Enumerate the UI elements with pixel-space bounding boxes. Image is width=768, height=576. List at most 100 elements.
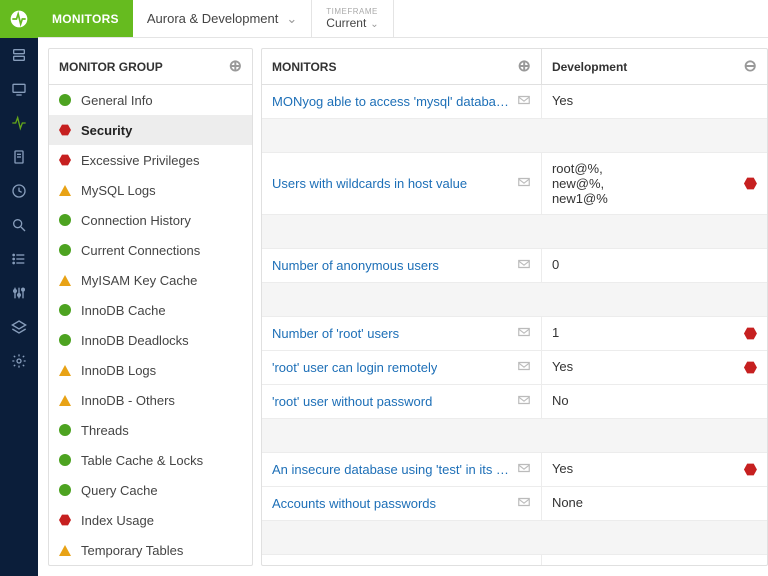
layers-icon[interactable] — [0, 310, 38, 344]
group-item[interactable]: InnoDB Logs — [49, 355, 252, 385]
server-icon[interactable] — [0, 38, 38, 72]
monitor-name-cell[interactable]: MONyog able to access 'mysql' databa… — [262, 85, 542, 118]
monitor-value: Yes — [552, 461, 573, 476]
chevron-down-icon: ⌄ — [370, 19, 378, 30]
nav-rail — [0, 0, 38, 576]
monitor-row: Accounts without passwordsNone — [262, 487, 767, 521]
timeframe-value: Current⌄ — [326, 16, 378, 30]
sliders-icon[interactable] — [0, 276, 38, 310]
group-item-label: InnoDB Deadlocks — [81, 333, 189, 348]
warning-icon — [744, 177, 757, 190]
monitors-header: MONITORS ⊕ Development ⊖ — [262, 49, 767, 85]
monitor-value: YES — [552, 563, 578, 565]
group-item-label: InnoDB Cache — [81, 303, 166, 318]
status-dot-green — [59, 454, 71, 466]
monitor-name: Need to resolve host name? — [272, 564, 435, 565]
mail-icon[interactable] — [517, 175, 531, 192]
monitor-value: Yes — [552, 359, 573, 374]
pulse-icon[interactable] — [0, 106, 38, 140]
mail-icon[interactable] — [517, 93, 531, 110]
server-selector[interactable]: Aurora & Development ⌄ — [133, 0, 312, 37]
warning-icon — [744, 361, 757, 374]
group-item[interactable]: InnoDB - Others — [49, 385, 252, 415]
group-item[interactable]: Table Cache & Locks — [49, 445, 252, 475]
timeframe-selector[interactable]: TIMEFRAME Current⌄ — [312, 0, 393, 37]
mail-icon[interactable] — [517, 325, 531, 342]
gear-icon[interactable] — [0, 344, 38, 378]
topbar: MONITORS Aurora & Development ⌄ TIMEFRAM… — [38, 0, 768, 38]
monitor-name-cell[interactable]: Users with wildcards in host value — [262, 153, 542, 214]
monitor-name-cell[interactable]: Accounts without passwords — [262, 487, 542, 520]
group-item[interactable]: Excessive Privileges — [49, 145, 252, 175]
monitor-name-cell[interactable]: 'root' user without password — [262, 385, 542, 418]
monitor-value: Yes — [552, 93, 573, 108]
group-item[interactable]: Threads — [49, 415, 252, 445]
monitor-value: No — [552, 393, 569, 408]
group-item[interactable]: Current Connections — [49, 235, 252, 265]
status-dot-green — [59, 304, 71, 316]
monitor-value-cell: Yes — [542, 85, 767, 118]
clock-icon[interactable] — [0, 174, 38, 208]
group-item[interactable]: MyISAM Key Cache — [49, 265, 252, 295]
group-item[interactable]: Index Usage — [49, 505, 252, 535]
doc-icon[interactable] — [0, 140, 38, 174]
group-item[interactable]: Temporary Tables — [49, 535, 252, 565]
status-dot-green — [59, 214, 71, 226]
row-separator — [262, 119, 767, 153]
group-item-label: Temporary Tables — [81, 543, 183, 558]
group-item-label: Current Connections — [81, 243, 200, 258]
app-logo[interactable] — [0, 0, 38, 38]
row-separator — [262, 215, 767, 249]
monitor-value-cell: root@%, new@%, new1@% — [542, 153, 767, 214]
group-item[interactable]: InnoDB Deadlocks — [49, 325, 252, 355]
monitor-name: An insecure database using 'test' in its… — [272, 462, 509, 477]
add-monitor-button[interactable]: ⊕ — [518, 59, 531, 75]
group-item-label: General Info — [81, 93, 153, 108]
monitor-name: MONyog able to access 'mysql' databa… — [272, 94, 509, 109]
collapse-column-button[interactable]: ⊖ — [744, 59, 757, 75]
group-item-label: InnoDB Logs — [81, 363, 156, 378]
monitor-value-cell: YES — [542, 555, 767, 565]
monitor-name-cell[interactable]: Number of anonymous users — [262, 249, 542, 282]
monitor-value-cell: Yes — [542, 453, 767, 486]
group-item[interactable]: Connection History — [49, 205, 252, 235]
group-item-label: MySQL Logs — [81, 183, 156, 198]
monitor-name: 'root' user can login remotely — [272, 360, 437, 375]
mail-icon[interactable] — [517, 393, 531, 410]
mail-icon[interactable] — [517, 495, 531, 512]
group-item[interactable]: Query Cache — [49, 475, 252, 505]
timeframe-label: TIMEFRAME — [326, 7, 378, 16]
group-item[interactable]: InnoDB Cache — [49, 295, 252, 325]
group-item-label: Index Usage — [81, 513, 154, 528]
monitor-row: Number of anonymous users0 — [262, 249, 767, 283]
monitor-name-cell[interactable]: Number of 'root' users — [262, 317, 542, 350]
monitors-tab[interactable]: MONITORS — [38, 0, 133, 37]
status-triangle-warn — [59, 365, 71, 376]
list-icon[interactable] — [0, 242, 38, 276]
monitor-row: 'root' user without password No — [262, 385, 767, 419]
monitor-value-cell: None — [542, 487, 767, 520]
status-triangle-warn — [59, 185, 71, 196]
monitor-group-panel: MONITOR GROUP ⊕ General Info SecurityExce… — [48, 48, 253, 566]
add-group-button[interactable]: ⊕ — [229, 59, 242, 75]
group-item[interactable]: MySQL Logs — [49, 175, 252, 205]
group-item[interactable]: General Info — [49, 85, 252, 115]
monitor-value-cell: 0 — [542, 249, 767, 282]
row-separator — [262, 419, 767, 453]
status-triangle-warn — [59, 545, 71, 556]
monitor-name-cell[interactable]: An insecure database using 'test' in its… — [262, 453, 542, 486]
monitor-name-cell[interactable]: Need to resolve host name? — [262, 555, 542, 565]
monitor-row: 'root' user can login remotely Yes — [262, 351, 767, 385]
monitors-body: MONyog able to access 'mysql' databa… Yes… — [262, 85, 767, 565]
monitor-value: root@%, new@%, new1@% — [552, 161, 608, 206]
monitor-group-list: General Info SecurityExcessive Privileges… — [49, 85, 252, 565]
search-icon[interactable] — [0, 208, 38, 242]
mail-icon[interactable] — [517, 461, 531, 478]
group-item[interactable]: Security — [49, 115, 252, 145]
display-icon[interactable] — [0, 72, 38, 106]
monitor-name: Number of 'root' users — [272, 326, 399, 341]
mail-icon[interactable] — [517, 359, 531, 376]
monitor-group-header: MONITOR GROUP ⊕ — [49, 49, 252, 85]
monitor-name-cell[interactable]: 'root' user can login remotely — [262, 351, 542, 384]
mail-icon[interactable] — [517, 257, 531, 274]
